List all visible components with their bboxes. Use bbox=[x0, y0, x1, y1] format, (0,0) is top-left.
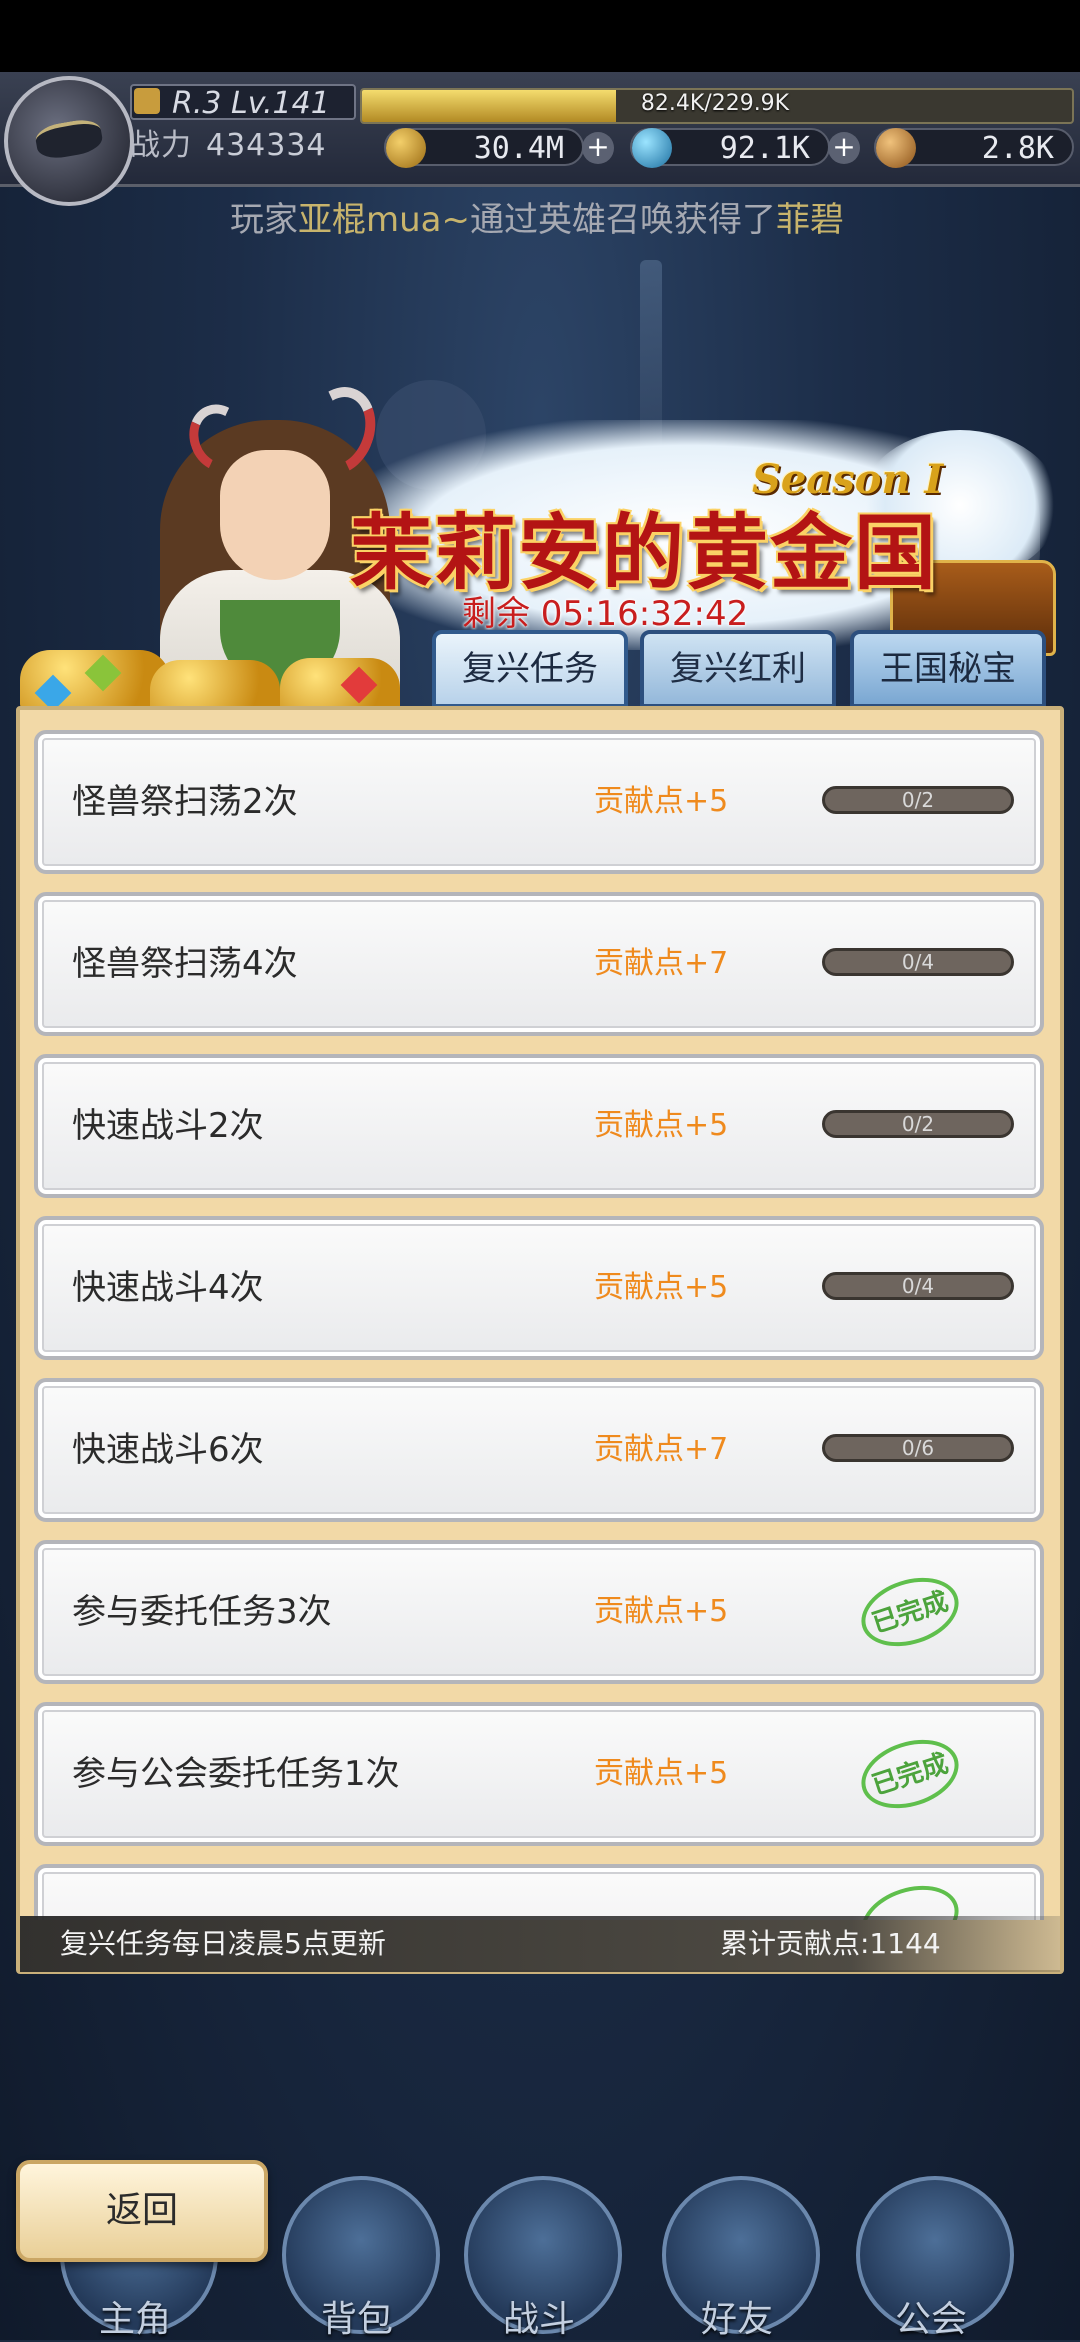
task-row[interactable]: 怪兽祭扫荡2次 贡献点+5 0/2 bbox=[34, 730, 1044, 874]
task-name: 怪兽祭扫荡2次 bbox=[72, 782, 298, 822]
task-reward: 贡献点+5 bbox=[594, 1270, 729, 1305]
exp-text: 82.4K/229.9K bbox=[640, 91, 790, 116]
task-row[interactable]: 参与公会委托任务1次 贡献点+5 已完成 bbox=[34, 1702, 1044, 1846]
avatar-emblem-icon bbox=[33, 116, 105, 162]
tab-revival-bonus[interactable]: 复兴红利 bbox=[640, 630, 836, 708]
task-row[interactable]: 快速战斗2次 贡献点+5 0/2 bbox=[34, 1054, 1044, 1198]
scroll-icon bbox=[876, 128, 916, 168]
crown-icon bbox=[134, 88, 160, 114]
event-countdown: 剩余 05:16:32:42 bbox=[462, 594, 749, 634]
power-value: 434334 bbox=[206, 128, 327, 163]
nav-bag-label: 背包 bbox=[320, 2299, 393, 2340]
player-rank-level: R.3 Lv.141 bbox=[130, 84, 356, 121]
back-button[interactable]: 返回 bbox=[16, 2160, 268, 2262]
completed-stamp-icon: 已完成 bbox=[852, 1728, 968, 1820]
total-contribution: 累计贡献点:1144 bbox=[720, 1927, 941, 1960]
player-power: 战力 434334 bbox=[130, 126, 356, 166]
task-footer: 复兴任务每日凌晨5点更新 累计贡献点:1144 bbox=[20, 1916, 1060, 1972]
task-name: 参与委托任务3次 bbox=[72, 1592, 332, 1632]
add-diamond-button[interactable]: + bbox=[828, 132, 860, 164]
add-coin-button[interactable]: + bbox=[582, 132, 614, 164]
character-face bbox=[220, 450, 330, 580]
nav-battle-label: 战斗 bbox=[502, 2299, 575, 2340]
task-name: 快速战斗6次 bbox=[72, 1430, 264, 1470]
player-avatar[interactable] bbox=[4, 76, 134, 206]
tab-kingdom-treasure[interactable]: 王国秘宝 bbox=[850, 630, 1046, 708]
tab-label: 复兴任务 bbox=[462, 649, 598, 689]
tab-label: 复兴红利 bbox=[670, 649, 806, 689]
task-row[interactable]: 怪兽祭扫荡4次 贡献点+7 0/4 bbox=[34, 892, 1044, 1036]
nav-hero-label: 主角 bbox=[98, 2299, 171, 2340]
tab-label: 王国秘宝 bbox=[880, 649, 1016, 689]
tab-revival-tasks[interactable]: 复兴任务 bbox=[432, 630, 628, 708]
task-reward: 贡献点+5 bbox=[594, 1594, 729, 1629]
task-row[interactable]: 快速战斗4次 贡献点+5 0/4 bbox=[34, 1216, 1044, 1360]
diamond-value: 92.1K bbox=[719, 131, 810, 166]
nav-guild-label: 公会 bbox=[894, 2299, 967, 2340]
status-bar bbox=[0, 0, 1080, 72]
task-name: 快速战斗4次 bbox=[72, 1268, 264, 1308]
task-progress-text: 0/4 bbox=[901, 1274, 935, 1298]
completed-stamp-icon: 已完成 bbox=[852, 1566, 968, 1658]
task-progress-text: 0/4 bbox=[901, 950, 935, 974]
task-name: 快速战斗2次 bbox=[72, 1106, 264, 1146]
task-name: 怪兽祭扫荡4次 bbox=[72, 944, 298, 984]
task-name: 参与公会委托任务1次 bbox=[72, 1754, 400, 1794]
notice-player-name: 亚棍mua~ bbox=[298, 200, 470, 240]
completed-stamp-icon bbox=[852, 1874, 968, 1920]
task-row[interactable]: 快速战斗6次 贡献点+7 0/6 bbox=[34, 1378, 1044, 1522]
coin-icon bbox=[386, 128, 426, 168]
task-reward: 贡献点+7 bbox=[594, 1432, 729, 1467]
scroll-value: 2.8K bbox=[981, 131, 1054, 166]
task-progress-text: 0/6 bbox=[901, 1436, 935, 1460]
task-row-partial[interactable] bbox=[34, 1864, 1044, 1920]
task-row[interactable]: 参与委托任务3次 贡献点+5 已完成 bbox=[34, 1540, 1044, 1684]
coin-value: 30.4M bbox=[473, 131, 564, 166]
broadcast-notice: 玩家亚棍mua~通过英雄召唤获得了菲碧 bbox=[230, 196, 930, 244]
notice-prefix: 玩家 bbox=[230, 200, 298, 240]
diamond-icon bbox=[632, 128, 672, 168]
task-progress-text: 0/2 bbox=[901, 1112, 935, 1136]
task-reward: 贡献点+7 bbox=[594, 946, 729, 981]
task-list[interactable]: 怪兽祭扫荡2次 贡献点+5 0/2 怪兽祭扫荡4次 贡献点+7 0/4 快速战斗… bbox=[16, 720, 1064, 1920]
power-label: 战力 bbox=[130, 128, 192, 163]
refresh-note: 复兴任务每日凌晨5点更新 bbox=[60, 1927, 386, 1960]
notice-middle: 通过英雄召唤获得了 bbox=[470, 200, 776, 240]
notice-hero-name: 菲碧 bbox=[776, 200, 844, 240]
task-reward: 贡献点+5 bbox=[594, 1756, 729, 1791]
task-reward: 贡献点+5 bbox=[594, 1108, 729, 1143]
task-progress-text: 0/2 bbox=[901, 788, 935, 812]
nav-friends-label: 好友 bbox=[700, 2299, 773, 2340]
task-reward: 贡献点+5 bbox=[594, 784, 729, 819]
